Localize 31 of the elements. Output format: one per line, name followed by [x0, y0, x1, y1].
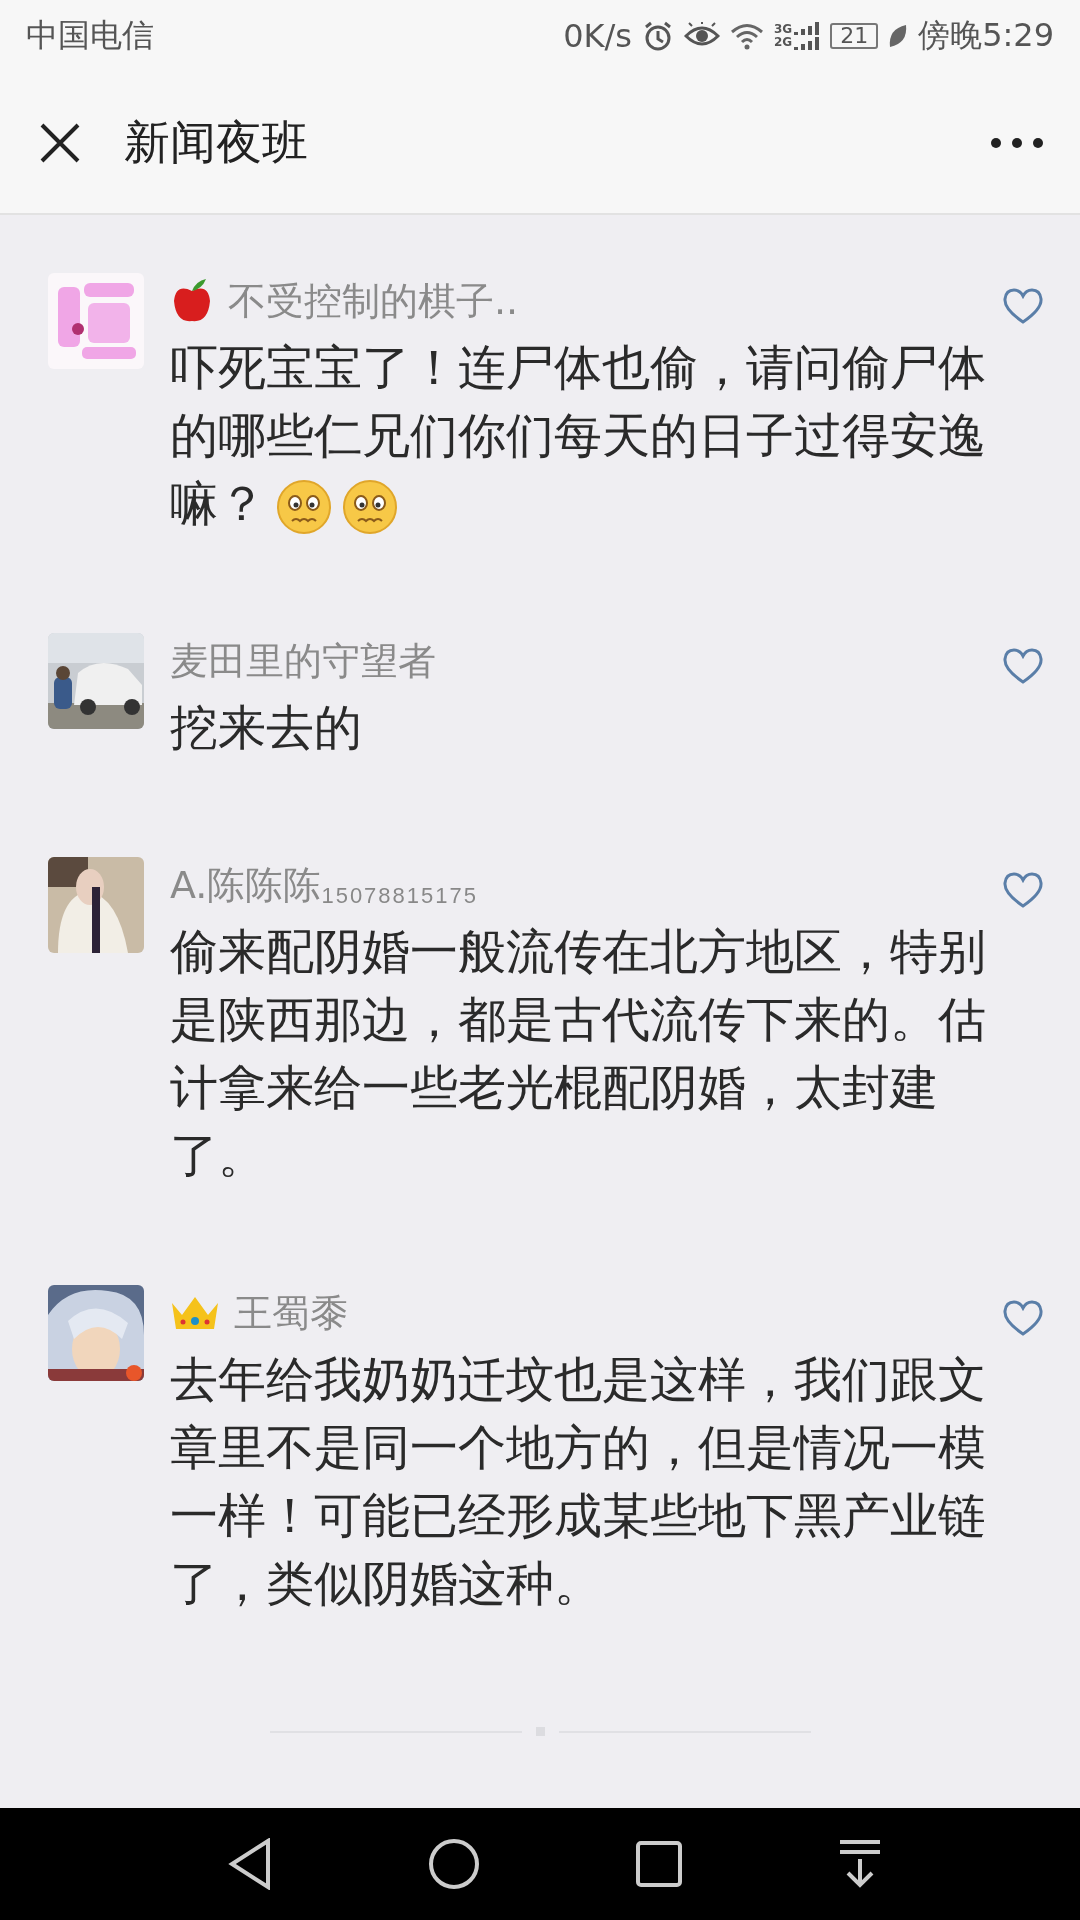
like-button[interactable]	[1002, 1299, 1044, 1337]
like-button[interactable]	[1002, 287, 1044, 325]
user-name: 不受控制的棋子..	[228, 277, 519, 325]
signal-icon	[794, 22, 821, 50]
network-type-label: 3G	[773, 23, 793, 36]
more-button[interactable]	[990, 136, 1044, 149]
network-type-label: 2G	[773, 36, 793, 49]
user-name: 王蜀黍	[234, 1289, 348, 1337]
comment-text: 吓死宝宝了！连尸体也偷，请问偷尸体的哪些仁兄们你们每天的日子过得安逸嘛？	[170, 333, 1020, 537]
like-button[interactable]	[1002, 647, 1044, 685]
notification-pulldown-button[interactable]	[838, 1839, 882, 1889]
worried-face-icon	[342, 479, 398, 535]
comment-text: 挖来去的	[170, 698, 363, 757]
home-button[interactable]	[428, 1838, 480, 1890]
user-name: A.陈陈陈	[170, 861, 322, 909]
clock-time: 傍晚5:29	[918, 15, 1054, 56]
page-title: 新闻夜班	[124, 113, 309, 171]
battery-indicator: 21	[830, 23, 879, 49]
crown-icon	[170, 1295, 220, 1331]
leaf-icon	[888, 23, 909, 49]
carrier-name: 中国电信	[26, 15, 154, 56]
back-button[interactable]	[228, 1838, 272, 1890]
like-button[interactable]	[1002, 871, 1044, 909]
user-tag: 15078815175	[321, 882, 478, 909]
worried-face-icon	[276, 479, 332, 535]
network-speed: 0K/s	[563, 17, 632, 55]
comment-text: 去年给我奶奶迁坟也是这样，我们跟文章里不是同一个地方的，但是情况一模一样！可能已经形成某些地下黑产业链了，类似阴婚这种。	[170, 1350, 987, 1613]
wifi-icon	[729, 22, 764, 50]
recents-button[interactable]	[636, 1841, 682, 1887]
comment-text: 偷来配阴婚一般流传在北方地区，特别是陕西那边，都是古代流传下来的。估计拿来给一些老光棍配阴婚，太封建了。	[170, 922, 987, 1185]
user-name: 麦田里的守望者	[170, 637, 436, 685]
